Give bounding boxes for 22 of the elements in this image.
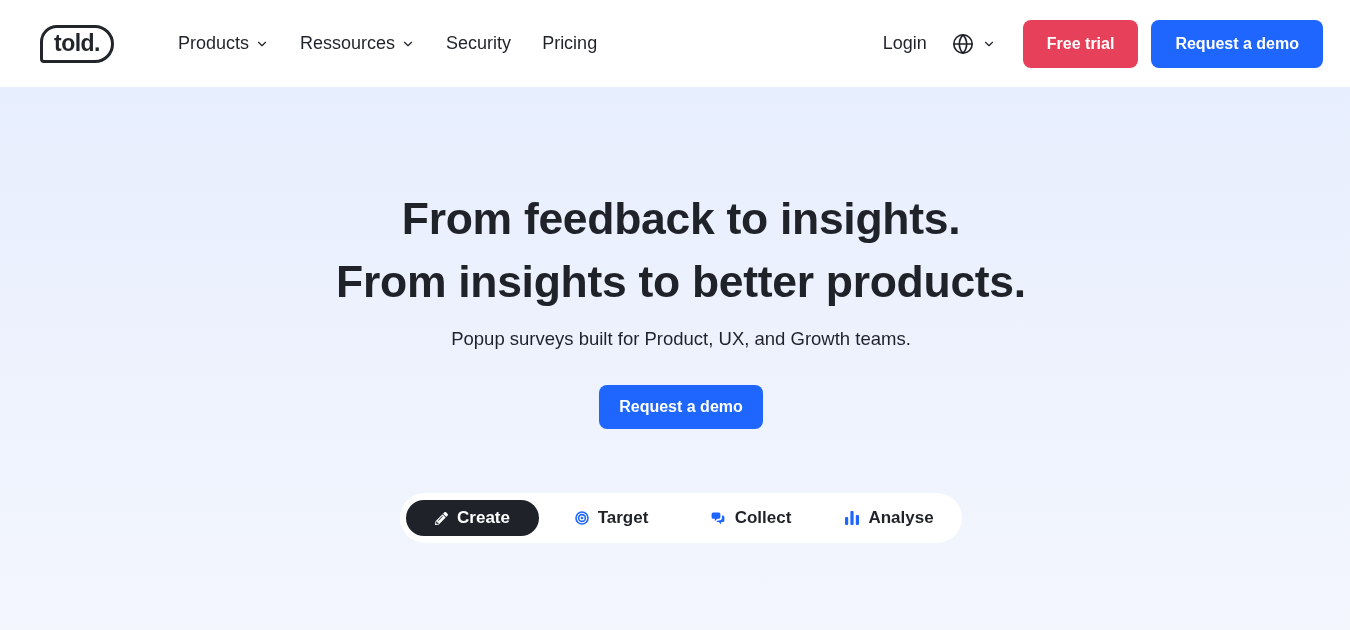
- demo-button[interactable]: Request a demo: [599, 385, 763, 429]
- nav-link[interactable]: Ressources: [300, 33, 416, 54]
- demo-button[interactable]: Request a demo: [1151, 19, 1323, 68]
- feature-tab[interactable]: Analyse: [823, 500, 956, 536]
- feature-tab[interactable]: Target: [545, 500, 678, 536]
- login-link[interactable]: Login: [882, 33, 927, 54]
- free-trial-button[interactable]: Free trial: [1022, 19, 1139, 68]
- hero-subtitle: Popup surveys built for Product, UX, and Growth teams.: [451, 327, 911, 351]
- globe-icon: [951, 32, 974, 55]
- nav-link[interactable]: Products: [178, 33, 270, 54]
- hero-title: From insights to better products.: [336, 256, 1026, 308]
- feature-tab[interactable]: Collect: [684, 500, 817, 536]
- pencil-icon: [435, 511, 449, 525]
- language-button[interactable]: [951, 32, 996, 55]
- nav-link[interactable]: Pricing: [542, 33, 598, 54]
- feature-tab[interactable]: Create: [406, 500, 539, 536]
- chat-bubbles-icon: [709, 510, 726, 526]
- bar-chart-icon: [845, 511, 860, 525]
- hero-title: From feedback to insights.: [401, 193, 961, 245]
- logo[interactable]: told.: [40, 24, 114, 63]
- target-icon: [574, 511, 589, 525]
- nav-link[interactable]: Security: [446, 33, 512, 54]
